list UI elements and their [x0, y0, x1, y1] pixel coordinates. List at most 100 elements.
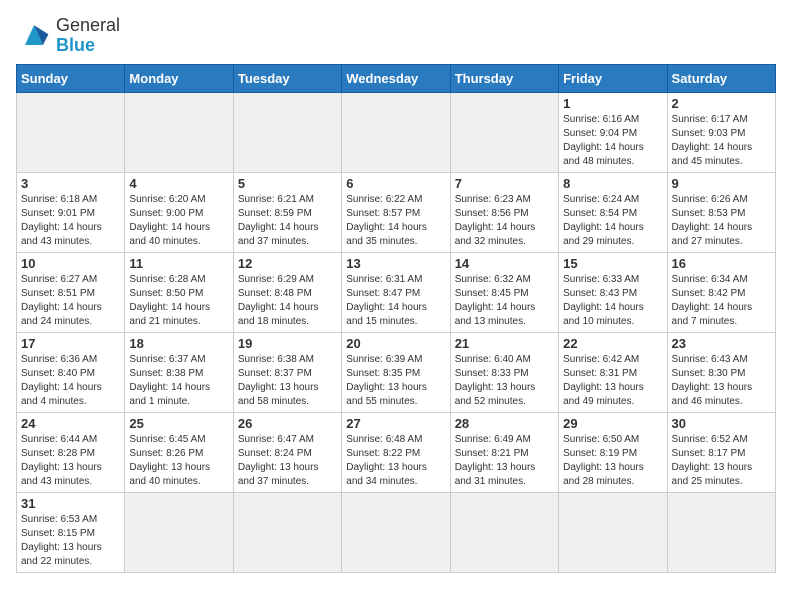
day-number: 23 — [672, 336, 771, 351]
calendar-cell — [233, 92, 341, 172]
day-info: Sunrise: 6:48 AM Sunset: 8:22 PM Dayligh… — [346, 433, 445, 489]
calendar-cell — [17, 92, 125, 172]
calendar-week-2: 3 Sunrise: 6:18 AM Sunset: 9:01 PM Daylig… — [17, 172, 776, 252]
day-number: 12 — [238, 256, 337, 271]
day-info: Sunrise: 6:49 AM Sunset: 8:21 PM Dayligh… — [455, 433, 554, 489]
calendar-cell: 5Sunrise: 6:21 AM Sunset: 8:59 PM Daylig… — [233, 172, 341, 252]
day-number: 31 — [21, 496, 120, 511]
calendar-cell — [233, 492, 341, 572]
calendar-cell: 9Sunrise: 6:26 AM Sunset: 8:53 PM Daylig… — [667, 172, 775, 252]
weekday-header-monday: Monday — [125, 64, 233, 92]
day-info: Sunrise: 6:27 AM Sunset: 8:51 PM Dayligh… — [21, 273, 120, 329]
day-info: Sunrise: 6:39 AM Sunset: 8:35 PM Dayligh… — [346, 353, 445, 409]
calendar-cell — [342, 92, 450, 172]
calendar-cell — [450, 492, 558, 572]
calendar-cell — [667, 492, 775, 572]
day-number: 4 — [129, 176, 228, 191]
calendar-cell: 24Sunrise: 6:44 AM Sunset: 8:28 PM Dayli… — [17, 412, 125, 492]
calendar-cell: 8 Sunrise: 6:24 AM Sunset: 8:54 PM Daylig… — [559, 172, 667, 252]
calendar-cell — [125, 492, 233, 572]
weekday-header-wednesday: Wednesday — [342, 64, 450, 92]
calendar-cell: 25 Sunrise: 6:45 AM Sunset: 8:26 PM Dayli… — [125, 412, 233, 492]
calendar-cell: 28 Sunrise: 6:49 AM Sunset: 8:21 PM Dayli… — [450, 412, 558, 492]
calendar-cell: 29 Sunrise: 6:50 AM Sunset: 8:19 PM Dayli… — [559, 412, 667, 492]
day-info: Sunrise: 6:24 AM Sunset: 8:54 PM Dayligh… — [563, 193, 662, 249]
day-number: 7 — [455, 176, 554, 191]
day-number: 25 — [129, 416, 228, 431]
calendar-cell: 19 Sunrise: 6:38 AM Sunset: 8:37 PM Dayli… — [233, 332, 341, 412]
calendar-cell: 13 Sunrise: 6:31 AM Sunset: 8:47 PM Dayli… — [342, 252, 450, 332]
day-number: 10 — [21, 256, 120, 271]
day-number: 11 — [129, 256, 228, 271]
day-number: 18 — [129, 336, 228, 351]
calendar-cell: 16Sunrise: 6:34 AM Sunset: 8:42 PM Dayli… — [667, 252, 775, 332]
calendar-week-6: 31 Sunrise: 6:53 AM Sunset: 8:15 PM Dayli… — [17, 492, 776, 572]
calendar-cell — [559, 492, 667, 572]
day-number: 20 — [346, 336, 445, 351]
calendar-cell: 17Sunrise: 6:36 AM Sunset: 8:40 PM Dayli… — [17, 332, 125, 412]
day-number: 22 — [563, 336, 662, 351]
weekday-header-saturday: Saturday — [667, 64, 775, 92]
day-info: Sunrise: 6:31 AM Sunset: 8:47 PM Dayligh… — [346, 273, 445, 329]
calendar-cell: 7 Sunrise: 6:23 AM Sunset: 8:56 PM Daylig… — [450, 172, 558, 252]
calendar-cell: 2Sunrise: 6:17 AM Sunset: 9:03 PM Daylig… — [667, 92, 775, 172]
day-number: 21 — [455, 336, 554, 351]
day-info: Sunrise: 6:33 AM Sunset: 8:43 PM Dayligh… — [563, 273, 662, 329]
day-info: Sunrise: 6:37 AM Sunset: 8:38 PM Dayligh… — [129, 353, 228, 409]
day-info: Sunrise: 6:23 AM Sunset: 8:56 PM Dayligh… — [455, 193, 554, 249]
calendar-week-4: 17Sunrise: 6:36 AM Sunset: 8:40 PM Dayli… — [17, 332, 776, 412]
day-info: Sunrise: 6:53 AM Sunset: 8:15 PM Dayligh… — [21, 513, 120, 569]
page-header: General Blue — [16, 16, 776, 56]
day-info: Sunrise: 6:20 AM Sunset: 9:00 PM Dayligh… — [129, 193, 228, 249]
calendar-table: SundayMondayTuesdayWednesdayThursdayFrid… — [16, 64, 776, 573]
logo: General Blue — [16, 16, 120, 56]
day-info: Sunrise: 6:26 AM Sunset: 8:53 PM Dayligh… — [672, 193, 771, 249]
calendar-cell: 1 Sunrise: 6:16 AM Sunset: 9:04 PM Daylig… — [559, 92, 667, 172]
calendar-cell: 21 Sunrise: 6:40 AM Sunset: 8:33 PM Dayli… — [450, 332, 558, 412]
day-number: 6 — [346, 176, 445, 191]
day-info: Sunrise: 6:21 AM Sunset: 8:59 PM Dayligh… — [238, 193, 337, 249]
calendar-cell — [450, 92, 558, 172]
calendar-cell: 23Sunrise: 6:43 AM Sunset: 8:30 PM Dayli… — [667, 332, 775, 412]
day-number: 3 — [21, 176, 120, 191]
calendar-cell: 27Sunrise: 6:48 AM Sunset: 8:22 PM Dayli… — [342, 412, 450, 492]
day-info: Sunrise: 6:50 AM Sunset: 8:19 PM Dayligh… — [563, 433, 662, 489]
day-info: Sunrise: 6:29 AM Sunset: 8:48 PM Dayligh… — [238, 273, 337, 329]
day-info: Sunrise: 6:47 AM Sunset: 8:24 PM Dayligh… — [238, 433, 337, 489]
day-number: 19 — [238, 336, 337, 351]
weekday-header-tuesday: Tuesday — [233, 64, 341, 92]
day-number: 15 — [563, 256, 662, 271]
day-number: 1 — [563, 96, 662, 111]
weekday-header-sunday: Sunday — [17, 64, 125, 92]
calendar-week-5: 24Sunrise: 6:44 AM Sunset: 8:28 PM Dayli… — [17, 412, 776, 492]
day-number: 30 — [672, 416, 771, 431]
calendar-week-3: 10 Sunrise: 6:27 AM Sunset: 8:51 PM Dayli… — [17, 252, 776, 332]
calendar-cell: 30 Sunrise: 6:52 AM Sunset: 8:17 PM Dayli… — [667, 412, 775, 492]
day-info: Sunrise: 6:16 AM Sunset: 9:04 PM Dayligh… — [563, 113, 662, 169]
day-info: Sunrise: 6:40 AM Sunset: 8:33 PM Dayligh… — [455, 353, 554, 409]
calendar-cell: 15 Sunrise: 6:33 AM Sunset: 8:43 PM Dayli… — [559, 252, 667, 332]
calendar-cell — [342, 492, 450, 572]
day-info: Sunrise: 6:34 AM Sunset: 8:42 PM Dayligh… — [672, 273, 771, 329]
calendar-cell — [125, 92, 233, 172]
calendar-cell: 6 Sunrise: 6:22 AM Sunset: 8:57 PM Daylig… — [342, 172, 450, 252]
calendar-cell: 3 Sunrise: 6:18 AM Sunset: 9:01 PM Daylig… — [17, 172, 125, 252]
day-info: Sunrise: 6:22 AM Sunset: 8:57 PM Dayligh… — [346, 193, 445, 249]
day-number: 28 — [455, 416, 554, 431]
day-number: 29 — [563, 416, 662, 431]
day-number: 8 — [563, 176, 662, 191]
day-number: 14 — [455, 256, 554, 271]
day-number: 2 — [672, 96, 771, 111]
day-number: 17 — [21, 336, 120, 351]
day-number: 13 — [346, 256, 445, 271]
day-info: Sunrise: 6:32 AM Sunset: 8:45 PM Dayligh… — [455, 273, 554, 329]
weekday-header-thursday: Thursday — [450, 64, 558, 92]
day-info: Sunrise: 6:38 AM Sunset: 8:37 PM Dayligh… — [238, 353, 337, 409]
calendar-cell: 12 Sunrise: 6:29 AM Sunset: 8:48 PM Dayli… — [233, 252, 341, 332]
day-info: Sunrise: 6:18 AM Sunset: 9:01 PM Dayligh… — [21, 193, 120, 249]
day-info: Sunrise: 6:52 AM Sunset: 8:17 PM Dayligh… — [672, 433, 771, 489]
day-info: Sunrise: 6:45 AM Sunset: 8:26 PM Dayligh… — [129, 433, 228, 489]
logo-text: General Blue — [56, 16, 120, 56]
logo-icon — [16, 18, 52, 54]
calendar-cell: 20 Sunrise: 6:39 AM Sunset: 8:35 PM Dayli… — [342, 332, 450, 412]
